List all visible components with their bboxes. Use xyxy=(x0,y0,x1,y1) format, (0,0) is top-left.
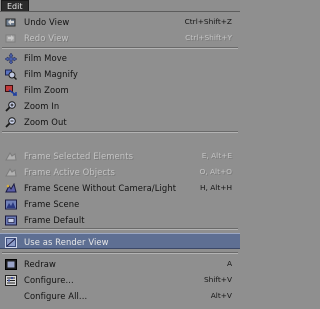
configure-icon xyxy=(5,275,17,286)
menu-item-label: Frame Active Objects xyxy=(24,167,115,177)
menu-item-label: Undo View xyxy=(24,17,70,27)
menu-item-frame-scene-without-camera-light[interactable]: Frame Scene Without Camera/Light H, Alt+… xyxy=(0,180,240,196)
menu-item-configure-all[interactable]: Configure All... Alt+V xyxy=(0,288,240,304)
menu-separator xyxy=(2,228,238,230)
menu-item-label: Film Move xyxy=(24,53,68,63)
menu-item-redraw[interactable]: Redraw A xyxy=(0,256,240,272)
menu-separator xyxy=(2,131,238,133)
menu-item-label: Configure All... xyxy=(24,291,88,301)
menu-item-shortcut: Alt+V xyxy=(210,291,232,300)
menu-item-frame-default[interactable]: Frame Default xyxy=(0,212,240,228)
menu-item-shortcut: E, Alt+E xyxy=(201,151,232,160)
menu-item-shortcut: O, Alt+O xyxy=(199,167,232,176)
menu-item-undo-view[interactable]: Undo View Ctrl+Shift+Z xyxy=(0,14,240,30)
menu-item-label: Frame Default xyxy=(24,215,85,225)
menu-item-label: Zoom Out xyxy=(24,117,67,127)
menubar: Edit xyxy=(0,0,240,11)
edit-menu-title[interactable]: Edit xyxy=(1,0,29,11)
menu-item-film-magnify[interactable]: Film Magnify xyxy=(0,66,240,82)
frame-active-icon xyxy=(5,167,17,178)
menu-item-label: Redraw xyxy=(24,259,56,269)
redraw-icon xyxy=(5,259,17,270)
menu-item-zoom-out[interactable]: Zoom Out xyxy=(0,114,240,130)
menu-item-shortcut: Ctrl+Shift+Y xyxy=(185,33,232,42)
menu-item-film-zoom[interactable]: Film Zoom xyxy=(0,82,240,98)
frame-scene-icon xyxy=(5,199,17,210)
menu-item-shortcut: H, Alt+H xyxy=(199,183,232,192)
menu-item-film-move[interactable]: Film Move xyxy=(0,50,240,66)
zoom-in-icon xyxy=(5,101,17,112)
menu-item-frame-scene[interactable]: Frame Scene xyxy=(0,196,240,212)
menu-item-label: Use as Render View xyxy=(24,237,109,247)
render-view-icon xyxy=(5,237,17,248)
film-zoom-icon xyxy=(5,85,17,96)
zoom-out-icon xyxy=(5,117,17,128)
menu-item-zoom-in[interactable]: Zoom In xyxy=(0,98,240,114)
menu-item-shortcut: Shift+V xyxy=(203,275,232,284)
film-move-icon xyxy=(5,53,17,64)
menu-item-label: Configure... xyxy=(24,275,74,285)
redo-view-icon xyxy=(5,33,17,44)
menu-item-shortcut: A xyxy=(226,259,232,268)
menu-item-label: Film Zoom xyxy=(24,85,69,95)
menu-item-label: Frame Scene xyxy=(24,199,80,209)
menu-separator xyxy=(2,252,238,254)
screen: Edit Undo View Ctrl+Shift+Z Redo View Ct… xyxy=(0,0,240,309)
frame-selected-icon xyxy=(5,151,17,162)
frame-default-icon xyxy=(5,215,17,226)
menu-item-label: Redo View xyxy=(24,33,69,43)
menu-item-label: Frame Selected Elements xyxy=(24,151,134,161)
menu-item-label: Frame Scene Without Camera/Light xyxy=(24,183,177,193)
frame-scene-without-camera-icon xyxy=(5,183,17,194)
film-magnify-icon xyxy=(5,69,17,80)
menu-item-shortcut: Ctrl+Shift+Z xyxy=(184,17,232,26)
menu-item-frame-selected-elements[interactable]: Frame Selected Elements E, Alt+E xyxy=(0,148,240,164)
menu-item-redo-view[interactable]: Redo View Ctrl+Shift+Y xyxy=(0,30,240,46)
menu-item-use-as-render-view[interactable]: Use as Render View xyxy=(0,233,240,249)
menu-item-label: Zoom In xyxy=(24,101,60,111)
menu-separator xyxy=(2,47,238,49)
undo-view-icon xyxy=(5,17,17,28)
menu-item-frame-active-objects[interactable]: Frame Active Objects O, Alt+O xyxy=(0,164,240,180)
menu-item-configure[interactable]: Configure... Shift+V xyxy=(0,272,240,288)
menu-item-label: Film Magnify xyxy=(24,69,78,79)
edit-dropdown-menu: Undo View Ctrl+Shift+Z Redo View Ctrl+Sh… xyxy=(0,11,240,309)
